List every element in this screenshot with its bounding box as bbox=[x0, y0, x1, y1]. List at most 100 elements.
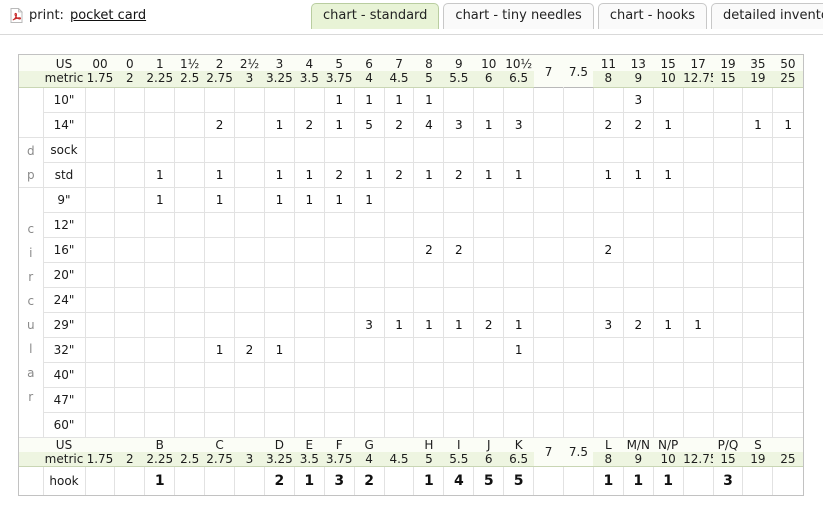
cell-sock-c2 bbox=[144, 137, 176, 163]
pocket-card-link[interactable]: pocket card bbox=[70, 8, 146, 23]
cell-47-c21 bbox=[713, 387, 744, 413]
row-label-20: 20" bbox=[43, 262, 86, 288]
header-metric-col-9: 4 bbox=[354, 71, 385, 88]
cell-16-c21 bbox=[713, 237, 744, 263]
cell-24-c0 bbox=[85, 287, 116, 313]
cell-29-c2 bbox=[144, 312, 176, 338]
cell-47-c3 bbox=[174, 387, 206, 413]
cell-sock-c1 bbox=[114, 137, 146, 163]
cell-14-c12: 3 bbox=[443, 112, 475, 138]
cell-12-c2 bbox=[144, 212, 176, 238]
cell-14-c4: 2 bbox=[204, 112, 236, 138]
cell-24-c10 bbox=[384, 287, 415, 313]
cell-14-c21 bbox=[713, 112, 744, 138]
cell-16-c8 bbox=[324, 237, 355, 263]
cell-14-c13: 1 bbox=[473, 112, 505, 138]
cell-16-c0 bbox=[85, 237, 116, 263]
page-root: print: pocket card chart - standard char… bbox=[0, 0, 823, 512]
cell-std-c14: 1 bbox=[503, 162, 535, 188]
cell-16-c6 bbox=[264, 237, 295, 263]
cell-40-c11 bbox=[413, 362, 445, 388]
row-label-12: 12" bbox=[43, 212, 86, 238]
footer-us-label: US bbox=[43, 437, 85, 452]
cell-16-c17: 2 bbox=[593, 237, 624, 263]
cell-60-c21 bbox=[713, 412, 744, 438]
group-label-dp: dp bbox=[19, 137, 44, 188]
cell-40-c22 bbox=[742, 362, 774, 388]
cell-std-c5 bbox=[234, 162, 265, 188]
cell-32-c9 bbox=[354, 337, 385, 363]
table-row: 24" bbox=[19, 287, 803, 313]
cell-60-c14 bbox=[503, 412, 535, 438]
needle-size-chart: US 00 0 1 1½ 2 2½ 3 4 5 6 7 8 9 10 10½ 7 7.5 11 13 15 17 19 35 5… bbox=[18, 54, 804, 496]
footer-us-col-22: S bbox=[742, 437, 773, 452]
cell-60-c6 bbox=[264, 412, 295, 438]
cell-16-c19 bbox=[653, 237, 684, 263]
footer-group-label bbox=[19, 466, 44, 495]
tab-detailed-inventory[interactable]: detailed inventory bbox=[711, 3, 823, 29]
cell-24-c5 bbox=[234, 287, 265, 313]
cell-60-c12 bbox=[443, 412, 475, 438]
cell-14-c22: 1 bbox=[742, 112, 774, 138]
cell-20-c16 bbox=[563, 262, 594, 288]
cell-47-c15 bbox=[533, 387, 564, 413]
cell-10-c22 bbox=[742, 87, 774, 113]
header-metric-col-2: 2.25 bbox=[144, 71, 175, 88]
cell-16-c15 bbox=[533, 237, 564, 263]
cell-60-c20 bbox=[683, 412, 714, 438]
cell-20-c21 bbox=[713, 262, 744, 288]
header-span-col-16: 7.5 bbox=[563, 55, 594, 88]
cell-60-c1 bbox=[114, 412, 146, 438]
cell-9-c19 bbox=[653, 187, 684, 213]
cell-24-c20 bbox=[683, 287, 714, 313]
header-us-col-3: 1½ bbox=[174, 55, 205, 71]
cell-20-c4 bbox=[204, 262, 236, 288]
cell-29-c1 bbox=[114, 312, 146, 338]
cell-47-c17 bbox=[593, 387, 624, 413]
row-label-29: 29" bbox=[43, 312, 86, 338]
cell-hook-c10 bbox=[384, 466, 415, 495]
cell-32-c2 bbox=[144, 337, 176, 363]
cell-20-c12 bbox=[443, 262, 475, 288]
tab-chart-hooks[interactable]: chart - hooks bbox=[597, 3, 708, 29]
table-row: 20" bbox=[19, 262, 803, 288]
cell-60-c3 bbox=[174, 412, 206, 438]
footer-metric-col-10: 4.5 bbox=[384, 452, 414, 467]
cell-12-c8 bbox=[324, 212, 355, 238]
cell-47-c0 bbox=[85, 387, 116, 413]
cell-12-c19 bbox=[653, 212, 684, 238]
cell-60-c17 bbox=[593, 412, 624, 438]
tab-chart-standard[interactable]: chart - standard bbox=[311, 3, 440, 29]
header-us-col-9: 6 bbox=[354, 55, 385, 71]
cell-29-c11: 1 bbox=[413, 312, 445, 338]
cell-hook-c8: 3 bbox=[324, 466, 355, 495]
table-row: d p sock bbox=[19, 137, 803, 188]
group-label-circular: circular bbox=[19, 187, 44, 438]
cell-32-c10 bbox=[384, 337, 415, 363]
tab-chart-tiny-needles[interactable]: chart - tiny needles bbox=[443, 3, 594, 29]
cell-hook-c11: 1 bbox=[413, 466, 445, 495]
cell-10-c23 bbox=[772, 87, 803, 113]
cell-16-c22 bbox=[742, 237, 774, 263]
cell-sock-c8 bbox=[324, 137, 355, 163]
cell-16-c10 bbox=[384, 237, 415, 263]
table-row: 10" 1 1 1 1 3 bbox=[19, 87, 803, 138]
cell-14-c2 bbox=[144, 112, 176, 138]
cell-20-c19 bbox=[653, 262, 684, 288]
cell-sock-c5 bbox=[234, 137, 265, 163]
header-us-col-5: 2½ bbox=[234, 55, 265, 71]
cell-16-c23 bbox=[772, 237, 803, 263]
footer-us-col-17: L bbox=[593, 437, 624, 452]
cell-29-c16 bbox=[563, 312, 594, 338]
cell-47-c9 bbox=[354, 387, 385, 413]
cell-10-c18: 3 bbox=[623, 87, 654, 113]
cell-60-c4 bbox=[204, 412, 236, 438]
cell-14-c17: 2 bbox=[593, 112, 624, 138]
cell-sock-c0 bbox=[85, 137, 116, 163]
row-label-9: 9" bbox=[43, 187, 86, 213]
cell-std-c4: 1 bbox=[204, 162, 236, 188]
cell-16-c7 bbox=[294, 237, 325, 263]
cell-16-c2 bbox=[144, 237, 176, 263]
row-label-sock: sock bbox=[43, 137, 86, 163]
cell-9-c15 bbox=[533, 187, 564, 213]
